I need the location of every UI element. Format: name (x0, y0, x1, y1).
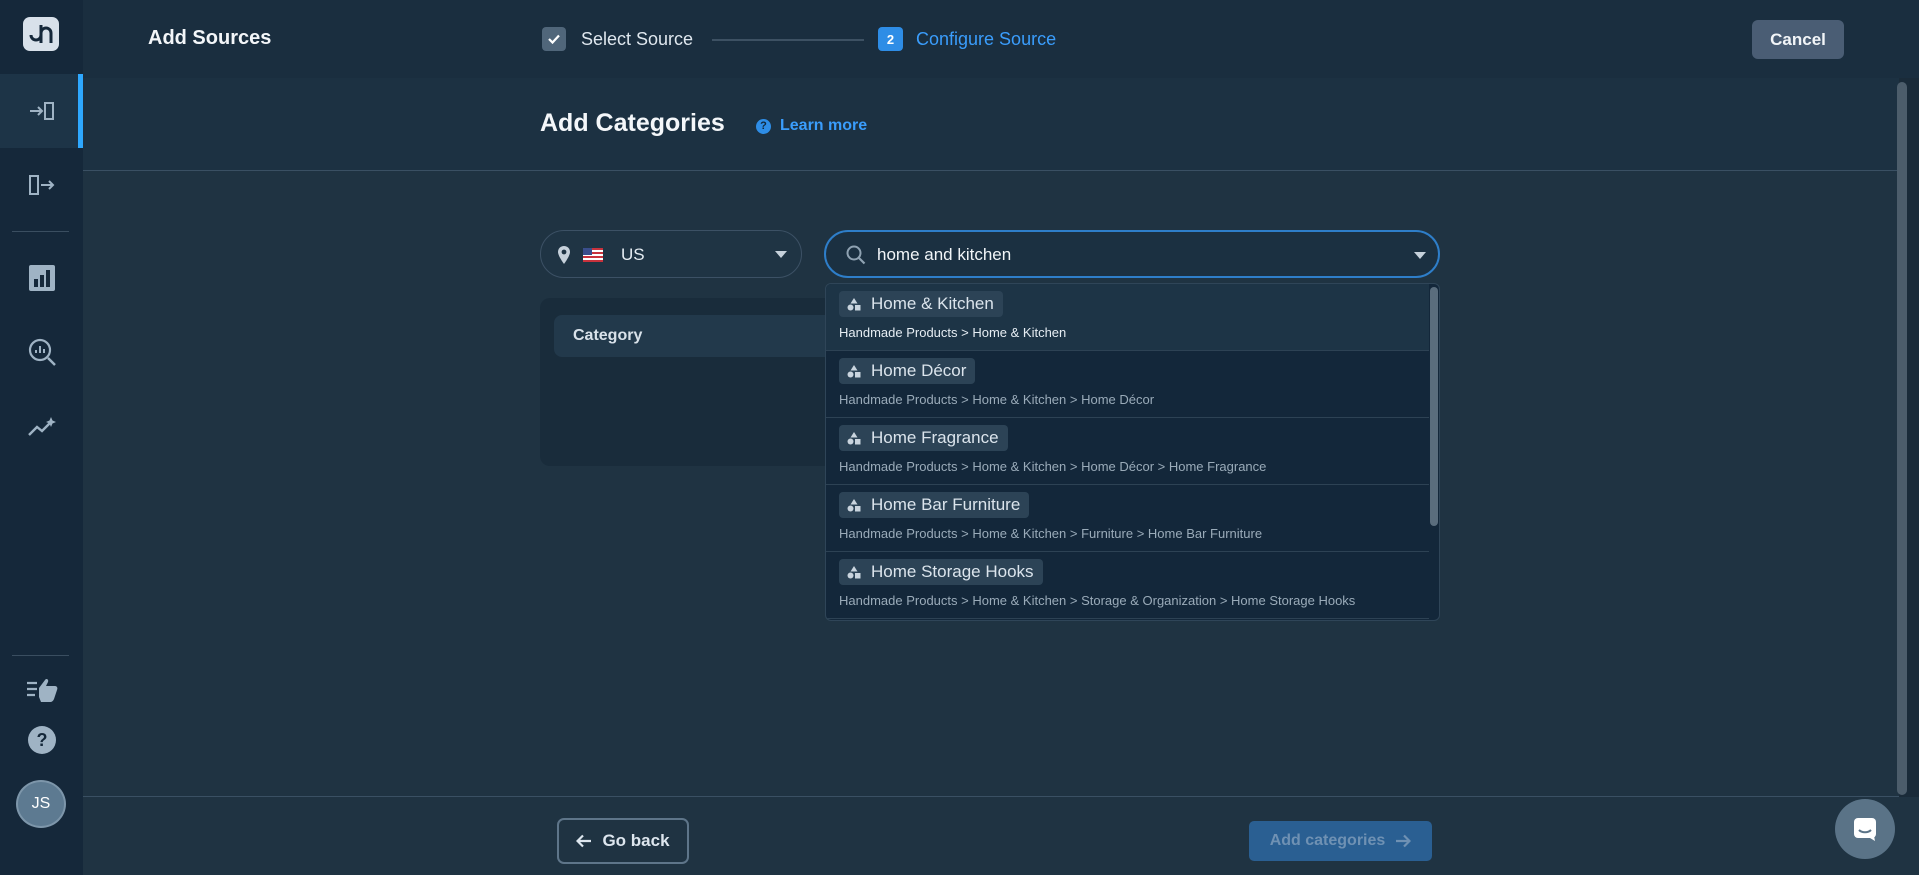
learn-more-link[interactable]: ? Learn more (756, 117, 867, 135)
logo-icon (29, 25, 53, 43)
dropdown-option[interactable]: Home Bar Furniture Handmade Products > H… (826, 485, 1429, 552)
import-icon (29, 102, 54, 120)
app-title: Add Sources (148, 27, 272, 49)
trending-sparkle-icon (27, 417, 56, 436)
sidebar-item-import[interactable] (0, 74, 83, 148)
option-chip: Home Bar Furniture (839, 492, 1030, 518)
option-name: Home Bar Furniture (871, 495, 1021, 514)
dropdown-option[interactable]: Home & Kitchen Handmade Products > Home … (826, 284, 1429, 351)
category-shapes-icon (847, 498, 861, 511)
go-back-label: Go back (602, 831, 670, 850)
option-name: Home Fragrance (871, 428, 999, 447)
bar-chart-icon (28, 265, 55, 291)
option-name: Home Storage Hooks (871, 562, 1034, 581)
stepper-connector (712, 39, 864, 41)
sidebar-item-help[interactable]: ? (0, 704, 83, 776)
search-analytics-icon (28, 338, 56, 366)
option-chip: Home Fragrance (839, 425, 1008, 451)
feedback-hand-icon (26, 678, 57, 702)
cancel-button[interactable]: Cancel (1752, 20, 1844, 59)
option-path: Handmade Products > Home & Kitchen (839, 325, 1067, 340)
category-shapes-icon (847, 364, 861, 377)
country-select[interactable]: US (540, 230, 802, 278)
app-logo[interactable] (23, 17, 59, 51)
category-shapes-icon (847, 431, 861, 444)
help-icon: ? (27, 726, 56, 754)
option-chip: Home & Kitchen (839, 291, 1003, 317)
sidebar-divider (12, 231, 69, 232)
add-categories-button[interactable]: Add categories (1249, 821, 1432, 861)
sidebar-item-analytics[interactable] (0, 241, 83, 315)
avatar[interactable]: JS (16, 780, 66, 828)
location-pin-icon (558, 246, 570, 264)
step-1-check (542, 27, 566, 51)
arrow-left-icon (576, 834, 592, 848)
avatar-initials: JS (31, 795, 51, 812)
category-shapes-icon (847, 565, 861, 578)
chat-launcher[interactable] (1835, 799, 1895, 859)
top-bar: Add Sources Select Source 2 Configure So… (83, 0, 1919, 78)
option-path: Handmade Products > Home & Kitchen > Fur… (839, 526, 1263, 541)
search-icon (846, 245, 866, 265)
check-icon (548, 34, 560, 45)
sidebar-item-export[interactable] (0, 148, 83, 222)
chat-icon (1854, 818, 1876, 841)
category-column-header: Category (573, 327, 643, 344)
dropdown-option[interactable]: Home Fragrance Handmade Products > Home … (826, 418, 1429, 485)
dropdown-scrollbar-thumb[interactable] (1430, 287, 1438, 526)
category-table-header: Category (554, 315, 840, 357)
export-icon (28, 175, 54, 195)
add-categories-label: Add categories (1269, 832, 1386, 849)
sidebar-item-trends[interactable] (0, 390, 83, 464)
dropdown-option[interactable]: Home Storage Hooks Handmade Products > H… (826, 552, 1429, 619)
option-path: Handmade Products > Home & Kitchen > Hom… (839, 392, 1155, 407)
category-shapes-icon (847, 297, 861, 310)
us-flag-icon (583, 248, 603, 262)
question-icon: ? (756, 118, 771, 134)
page-header (83, 78, 1899, 171)
step-1-label: Select Source (581, 29, 694, 49)
option-path: Handmade Products > Home & Kitchen > Sto… (839, 593, 1356, 608)
learn-more-label: Learn more (780, 117, 868, 134)
option-chip: Home Storage Hooks (839, 559, 1043, 585)
step-2-label: Configure Source (916, 29, 1057, 49)
arrow-right-icon (1396, 834, 1412, 848)
page-scrollbar-thumb[interactable] (1897, 82, 1907, 795)
option-name: Home Décor (871, 361, 967, 380)
dropdown-option[interactable]: Home Décor Handmade Products > Home & Ki… (826, 351, 1429, 418)
category-search[interactable] (824, 230, 1440, 278)
sidebar-item-search-analytics[interactable] (0, 315, 83, 389)
category-dropdown: Home & Kitchen Handmade Products > Home … (825, 283, 1440, 621)
svg-text:?: ? (36, 730, 47, 750)
go-back-button[interactable]: Go back (557, 818, 689, 864)
step-2-number: 2 (878, 27, 903, 51)
footer-divider (83, 796, 1899, 797)
page-title: Add Categories (540, 109, 725, 137)
sidebar: ? JS (0, 0, 83, 875)
chevron-down-icon[interactable] (1414, 252, 1426, 259)
option-name: Home & Kitchen (871, 294, 994, 313)
chevron-down-icon (775, 251, 787, 258)
option-chip: Home Décor (839, 358, 976, 384)
country-value: US (621, 245, 645, 264)
option-path: Handmade Products > Home & Kitchen > Hom… (839, 459, 1267, 474)
search-input[interactable] (877, 242, 1377, 268)
